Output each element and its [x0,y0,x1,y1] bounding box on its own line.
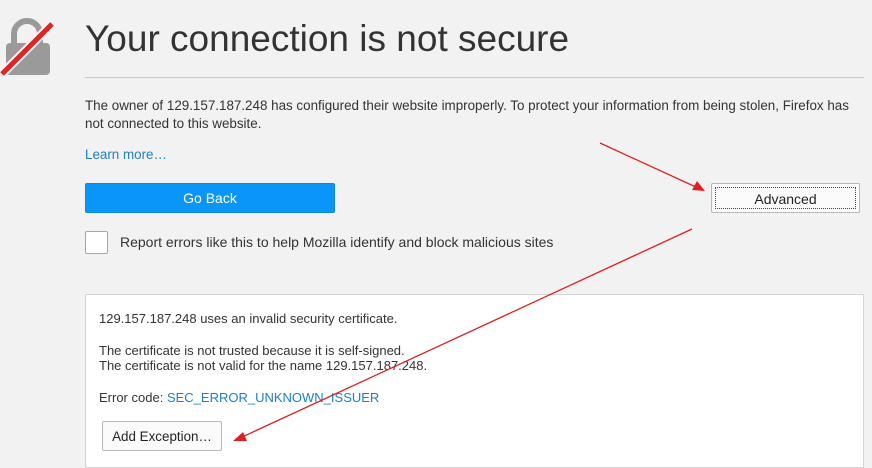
report-errors-label[interactable]: Report errors like this to help Mozilla … [120,234,553,250]
cert-invalid-name-text: The certificate is not valid for the nam… [99,358,428,373]
learn-more-link[interactable]: Learn more… [85,146,167,164]
title-divider [85,77,864,78]
error-page: Your connection is not secure The owner … [0,0,872,468]
advanced-button-label: Advanced [715,187,856,209]
cert-not-trusted-text: The certificate is not trusted because i… [99,343,405,358]
advanced-button[interactable]: Advanced [711,183,860,213]
report-errors-checkbox[interactable] [85,230,108,254]
error-code-label: Error code: [99,390,164,405]
page-title: Your connection is not secure [85,18,570,59]
invalid-cert-text: 129.157.187.248 uses an invalid security… [99,311,398,326]
error-code-link[interactable]: SEC_ERROR_UNKNOWN_ISSUER [167,390,379,405]
error-description: The owner of 129.157.187.248 has configu… [85,98,849,131]
broken-lock-icon [0,16,56,78]
error-code-line: Error code: SEC_ERROR_UNKNOWN_ISSUER [99,390,379,406]
arrow-to-advanced [599,142,705,191]
advanced-details-panel: 129.157.187.248 uses an invalid security… [85,294,864,468]
report-errors-row: Report errors like this to help Mozilla … [85,229,553,255]
add-exception-button[interactable]: Add Exception… [102,421,222,451]
go-back-button[interactable]: Go Back [85,183,335,213]
